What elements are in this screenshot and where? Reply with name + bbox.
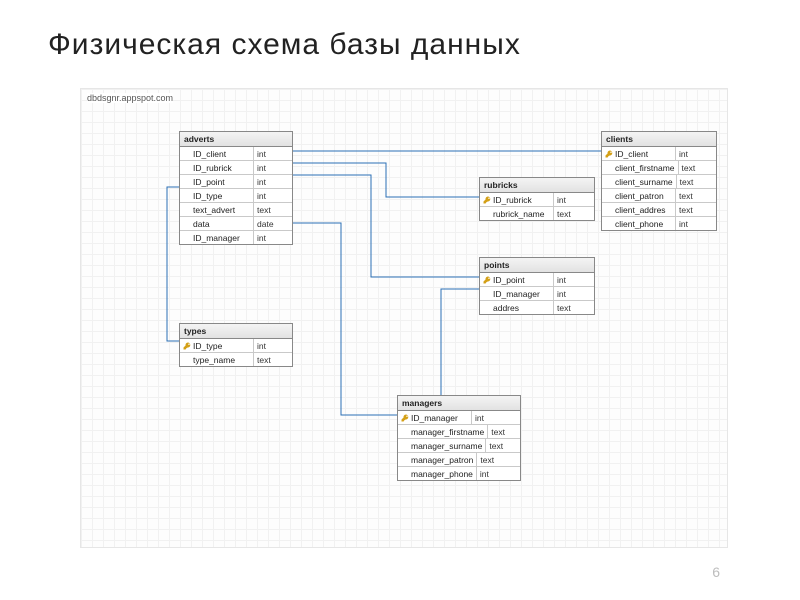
table-header[interactable]: points	[480, 258, 594, 273]
field-type: int	[554, 287, 586, 300]
table-row[interactable]: client_addrestext	[602, 203, 716, 217]
field-type: int	[254, 147, 286, 160]
table-row[interactable]: manager_firstnametext	[398, 425, 520, 439]
field-name: ID_point	[180, 175, 254, 188]
diagram-canvas: dbdsgnr.appspot.com advertsID_clientintI…	[80, 88, 728, 548]
table-row[interactable]: rubrick_nametext	[480, 207, 594, 220]
field-type: text	[486, 439, 518, 452]
table-row[interactable]: ID_typeint	[180, 339, 292, 353]
field-name: ID_manager	[180, 231, 254, 244]
field-name: client_surname	[602, 175, 677, 188]
field-name: client_addres	[602, 203, 676, 216]
field-name: ID_type	[180, 189, 254, 202]
table-row[interactable]: ID_rubrickint	[180, 161, 292, 175]
table-row[interactable]: ID_typeint	[180, 189, 292, 203]
field-type: int	[254, 175, 286, 188]
field-type: text	[477, 453, 509, 466]
field-type: text	[679, 161, 711, 174]
table-adverts[interactable]: advertsID_clientintID_rubrickintID_point…	[179, 131, 293, 245]
field-type: text	[254, 353, 286, 366]
table-points[interactable]: pointsID_pointintID_managerintaddrestext	[479, 257, 595, 315]
field-type: text	[488, 425, 520, 438]
table-row[interactable]: ID_pointint	[180, 175, 292, 189]
key-icon	[605, 150, 613, 158]
field-type: int	[254, 231, 286, 244]
key-icon	[483, 276, 491, 284]
field-type: text	[676, 203, 708, 216]
field-type: text	[677, 175, 709, 188]
field-type: int	[554, 273, 586, 286]
table-header[interactable]: clients	[602, 132, 716, 147]
key-icon	[483, 196, 491, 204]
field-type: int	[254, 189, 286, 202]
field-name: ID_point	[480, 273, 554, 286]
field-name: ID_rubrick	[180, 161, 254, 174]
field-name: ID_manager	[480, 287, 554, 300]
field-name: ID_client	[180, 147, 254, 160]
slide-number: 6	[712, 564, 720, 580]
table-row[interactable]: ID_managerint	[180, 231, 292, 244]
table-row[interactable]: ID_clientint	[602, 147, 716, 161]
field-type: int	[554, 193, 586, 206]
key-icon	[183, 342, 191, 350]
table-clients[interactable]: clientsID_clientintclient_firstnametextc…	[601, 131, 717, 231]
field-name: data	[180, 217, 254, 230]
table-row[interactable]: type_nametext	[180, 353, 292, 366]
table-row[interactable]: manager_surnametext	[398, 439, 520, 453]
table-row[interactable]: ID_clientint	[180, 147, 292, 161]
table-row[interactable]: manager_phoneint	[398, 467, 520, 480]
field-type: int	[477, 467, 509, 480]
table-header[interactable]: adverts	[180, 132, 292, 147]
table-row[interactable]: ID_pointint	[480, 273, 594, 287]
table-row[interactable]: manager_patrontext	[398, 453, 520, 467]
field-name: manager_phone	[398, 467, 477, 480]
field-name: ID_type	[180, 339, 254, 352]
field-name: manager_surname	[398, 439, 486, 452]
field-name: client_firstname	[602, 161, 679, 174]
table-row[interactable]: ID_managerint	[480, 287, 594, 301]
table-row[interactable]: text_adverttext	[180, 203, 292, 217]
table-row[interactable]: ID_rubrickint	[480, 193, 594, 207]
table-rubricks[interactable]: rubricksID_rubrickintrubrick_nametext	[479, 177, 595, 221]
key-icon	[401, 414, 409, 422]
page-title: Физическая схема базы данных	[0, 0, 800, 74]
field-type: int	[676, 217, 708, 230]
watermark: dbdsgnr.appspot.com	[87, 93, 173, 103]
table-row[interactable]: addrestext	[480, 301, 594, 314]
table-row[interactable]: client_patrontext	[602, 189, 716, 203]
field-name: ID_client	[602, 147, 676, 160]
field-type: int	[254, 161, 286, 174]
table-header[interactable]: rubricks	[480, 178, 594, 193]
field-name: text_advert	[180, 203, 254, 216]
field-name: rubrick_name	[480, 207, 554, 220]
field-name: type_name	[180, 353, 254, 366]
table-header[interactable]: managers	[398, 396, 520, 411]
table-managers[interactable]: managersID_managerintmanager_firstnamete…	[397, 395, 521, 481]
table-row[interactable]: datadate	[180, 217, 292, 231]
field-type: text	[676, 189, 708, 202]
table-types[interactable]: typesID_typeinttype_nametext	[179, 323, 293, 367]
table-row[interactable]: client_phoneint	[602, 217, 716, 230]
field-type: date	[254, 217, 286, 230]
field-name: client_patron	[602, 189, 676, 202]
field-name: manager_firstname	[398, 425, 488, 438]
field-name: ID_manager	[398, 411, 472, 424]
field-name: ID_rubrick	[480, 193, 554, 206]
field-type: int	[676, 147, 708, 160]
field-type: int	[254, 339, 286, 352]
table-row[interactable]: client_firstnametext	[602, 161, 716, 175]
table-row[interactable]: ID_managerint	[398, 411, 520, 425]
field-type: text	[554, 301, 586, 314]
field-name: client_phone	[602, 217, 676, 230]
table-header[interactable]: types	[180, 324, 292, 339]
field-name: addres	[480, 301, 554, 314]
table-row[interactable]: client_surnametext	[602, 175, 716, 189]
field-name: manager_patron	[398, 453, 477, 466]
field-type: text	[554, 207, 586, 220]
field-type: int	[472, 411, 504, 424]
field-type: text	[254, 203, 286, 216]
